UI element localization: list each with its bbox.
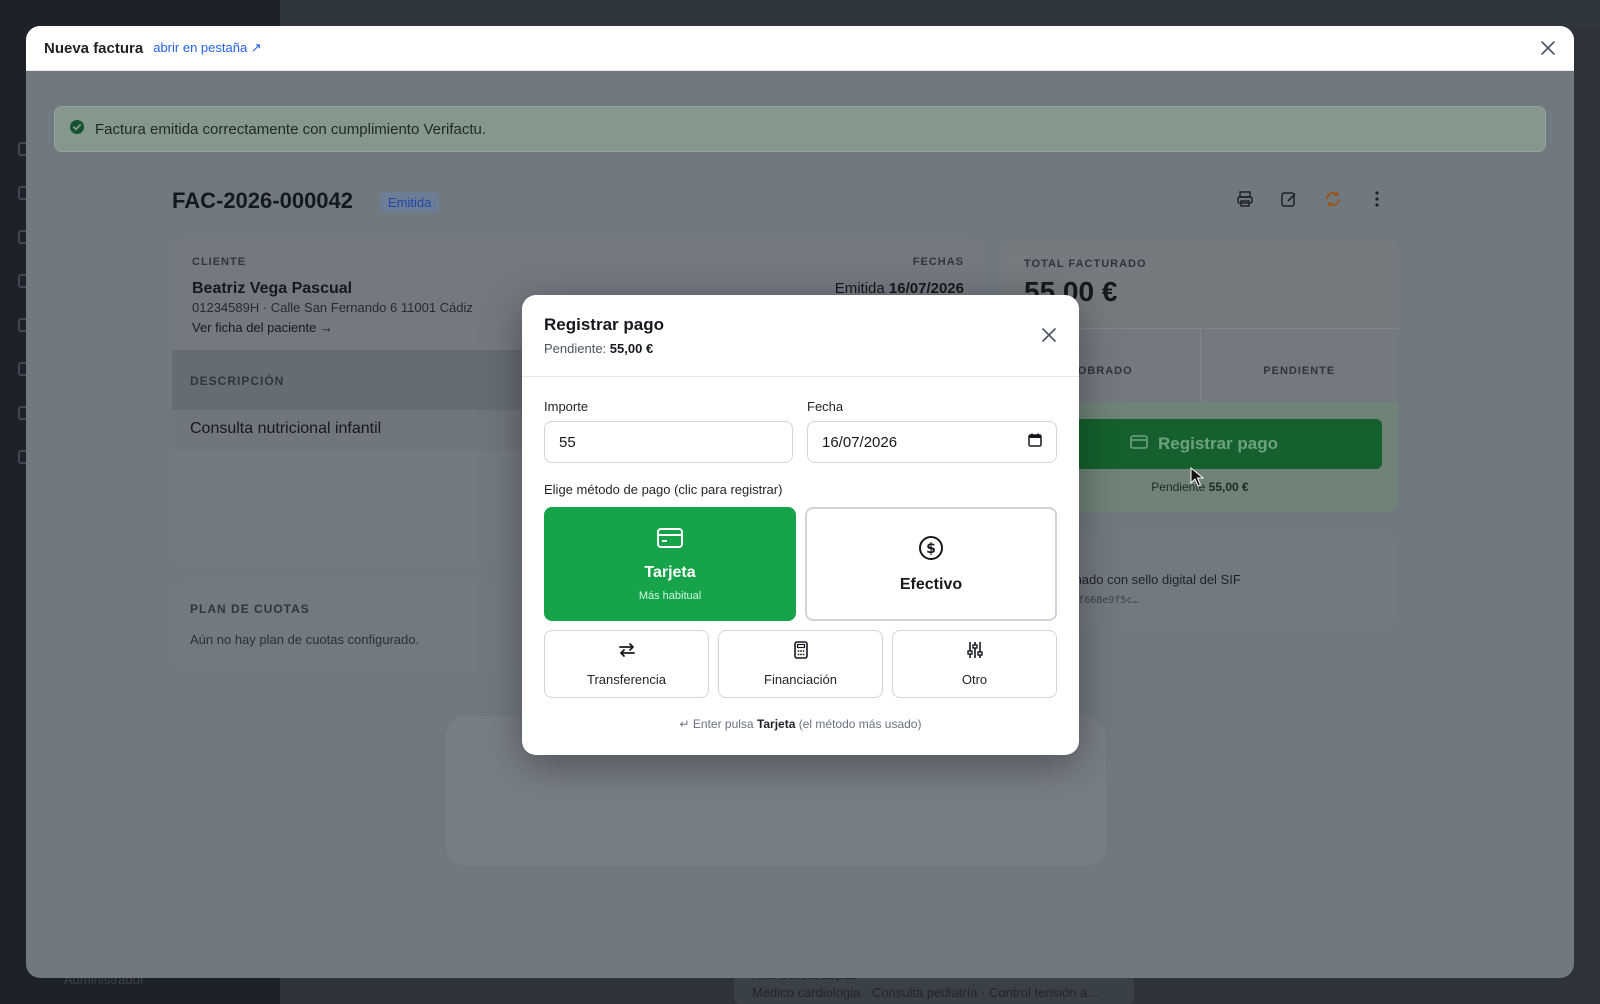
printer-icon[interactable] <box>1234 188 1256 210</box>
credit-card-icon <box>656 527 684 554</box>
client-label: CLIENTE <box>192 256 247 268</box>
description-label: DESCRIPCIÓN <box>190 374 285 388</box>
dialog-pending: Pendiente: 55,00 € <box>544 341 1057 356</box>
dialog-pending-prefix: Pendiente: <box>544 341 607 356</box>
installments-card: PLAN DE CUOTAS Aún no hay plan de cuotas… <box>172 582 522 672</box>
pending-label: PENDIENTE <box>1263 365 1336 377</box>
client-name: Beatriz Vega Pascual <box>192 280 353 297</box>
credit-card-icon <box>1130 434 1148 454</box>
calculator-icon <box>793 641 809 664</box>
client-details: 01234589H · Calle San Fernando 6 11001 C… <box>192 300 473 315</box>
method-transfer-button[interactable]: Transferencia <box>544 630 709 698</box>
calendar-icon[interactable] <box>1028 433 1042 451</box>
patient-file-link[interactable]: Ver ficha del paciente → <box>192 320 333 335</box>
amount-label: Importe <box>544 399 589 414</box>
mouse-pointer-icon <box>1190 466 1205 492</box>
dates-label: FECHAS <box>912 256 964 268</box>
dialog-header: Registrar pago Pendiente: 55,00 € <box>522 295 1079 377</box>
status-badge: Emitida <box>380 192 440 213</box>
invoice-toolbar <box>1234 188 1388 210</box>
sliders-icon <box>966 641 984 664</box>
date-label: Fecha <box>807 399 844 414</box>
method-name: Financiación <box>764 672 837 687</box>
method-name: Otro <box>961 672 988 687</box>
register-payment-button[interactable]: Registrar pago <box>1026 419 1382 469</box>
pending-block: PENDIENTE 55,00 € <box>1199 329 1399 422</box>
keyboard-hint-method: Tarjeta <box>756 717 796 731</box>
dialog-pending-value: 55,00 € <box>609 341 654 356</box>
dialog-title: Registrar pago <box>544 315 664 334</box>
invoice-modal-title: Nueva factura <box>44 39 144 57</box>
transfer-arrows-icon <box>618 641 636 664</box>
date-value: 16/07/2026 <box>822 433 898 451</box>
keyboard-hint-suffix: (el método más usado) <box>798 717 922 731</box>
keyboard-hint: ↵ Enter pulsa Tarjeta (el método más usa… <box>522 717 1079 731</box>
installments-empty: Aún no hay plan de cuotas configurado. <box>190 632 420 647</box>
amount-input[interactable]: 55 <box>544 421 793 463</box>
register-payment-dialog: Registrar pago Pendiente: 55,00 € Import… <box>522 295 1079 755</box>
method-hint: Más habitual <box>638 589 702 602</box>
check-circle-icon <box>69 119 85 140</box>
method-prompt: Elige método de pago (clic para registra… <box>544 482 783 497</box>
method-other-button[interactable]: Otro <box>892 630 1057 698</box>
appointment-details: Medico cardiologia · Consulta pediatría … <box>752 985 1099 1000</box>
keyboard-hint-prefix: ↵ Enter pulsa <box>679 717 754 731</box>
method-name: Tarjeta <box>644 563 696 581</box>
total-label: TOTAL FACTURADO <box>1024 258 1147 270</box>
installments-label: PLAN DE CUOTAS <box>190 602 310 616</box>
dollar-circle-icon: $ <box>918 535 944 566</box>
edit-icon[interactable] <box>1278 188 1300 210</box>
method-cash-button[interactable]: $ Efectivo <box>805 507 1057 621</box>
more-vertical-icon[interactable] <box>1366 188 1388 210</box>
close-icon[interactable] <box>1037 323 1061 347</box>
close-icon[interactable] <box>1536 36 1560 60</box>
date-input[interactable]: 16/07/2026 <box>807 421 1057 463</box>
method-financing-button[interactable]: Financiación <box>718 630 883 698</box>
method-name: Efectivo <box>899 575 963 593</box>
pending-note-value: 55,00 € <box>1208 480 1249 494</box>
app-topbar <box>280 0 1600 26</box>
method-card-button[interactable]: Tarjeta Más habitual <box>544 507 796 621</box>
open-in-tab-link[interactable]: abrir en pestaña ↗ <box>153 40 261 56</box>
method-name: Transferencia <box>587 672 666 687</box>
success-message: Factura emitida correctamente con cumpli… <box>95 120 487 138</box>
success-banner: Factura emitida correctamente con cumpli… <box>54 106 1546 152</box>
register-payment-label: Registrar pago <box>1158 434 1278 453</box>
svg-text:$: $ <box>926 541 936 557</box>
invoice-modal-header: Nueva factura abrir en pestaña ↗ <box>26 26 1574 71</box>
sync-icon[interactable] <box>1322 188 1344 210</box>
invoice-number: FAC-2026-000042 <box>172 188 354 213</box>
